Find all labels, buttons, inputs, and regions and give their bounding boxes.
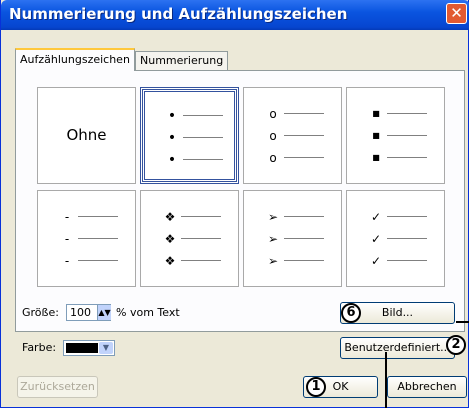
callout-2: 2 xyxy=(446,335,466,355)
color-label: Farbe: xyxy=(22,341,57,354)
color-swatch xyxy=(66,343,98,353)
bullet-style-square[interactable]: ■ ■ ■ xyxy=(346,87,445,184)
dot-bullet-icon: • xyxy=(167,130,177,146)
arrow-bullet-icon: ➢ xyxy=(267,254,279,268)
tab-aufzaehlungszeichen[interactable]: Aufzählungszeichen xyxy=(15,48,135,71)
bullet-style-none[interactable]: Ohne xyxy=(37,87,136,184)
dash-bullet-icon: - xyxy=(64,232,70,246)
tab-nummerierung[interactable]: Nummerierung xyxy=(135,51,229,71)
dash-bullet-icon: - xyxy=(64,210,70,224)
bullet-style-arrow[interactable]: ➢ ➢ ➢ xyxy=(243,190,342,287)
title-bar[interactable]: Nummerierung und Aufzählungszeichen ✕ xyxy=(1,0,469,30)
bullet-style-checkmark[interactable]: ✓ ✓ ✓ xyxy=(346,190,445,287)
tab-panel: Ohne • • • o o o ■ ■ ■ - - - ❖ ❖ ❖ ➢ ➢ ➢… xyxy=(15,70,465,332)
callout-line xyxy=(456,321,469,323)
close-button[interactable]: ✕ xyxy=(446,3,467,24)
bullet-style-circle[interactable]: o o o xyxy=(243,87,342,184)
circle-bullet-icon: o xyxy=(269,151,277,165)
size-spinner-icon[interactable]: ▲▼ xyxy=(97,305,111,320)
bullet-style-dash[interactable]: - - - xyxy=(37,190,136,287)
arrow-bullet-icon: ➢ xyxy=(267,210,279,224)
callout-line xyxy=(385,352,387,408)
square-bullet-icon: ■ xyxy=(372,153,380,162)
dash-bullet-icon: - xyxy=(64,254,70,268)
chevron-down-icon[interactable]: ▼ xyxy=(99,342,113,354)
diamond-cluster-bullet-icon: ❖ xyxy=(164,254,176,268)
none-label: Ohne xyxy=(66,126,107,144)
cancel-button[interactable]: Abbrechen xyxy=(387,376,467,398)
callout-1: 1 xyxy=(306,377,326,397)
bullet-style-dot[interactable]: • • • xyxy=(140,87,239,184)
size-suffix: % vom Text xyxy=(116,306,180,319)
custom-button[interactable]: Benutzerdefiniert... xyxy=(340,337,455,359)
circle-bullet-icon: o xyxy=(269,107,277,121)
dialog-window: Nummerierung und Aufzählungszeichen ✕ Au… xyxy=(0,0,469,408)
circle-bullet-icon: o xyxy=(269,129,277,143)
arrow-bullet-icon: ➢ xyxy=(267,232,279,246)
diamond-cluster-bullet-icon: ❖ xyxy=(164,232,176,246)
dot-bullet-icon: • xyxy=(167,152,177,168)
checkmark-bullet-icon: ✓ xyxy=(370,232,382,246)
size-label: Größe: xyxy=(22,306,59,319)
bullet-style-diamond-cluster[interactable]: ❖ ❖ ❖ xyxy=(140,190,239,287)
callout-6: 6 xyxy=(341,303,361,323)
diamond-cluster-bullet-icon: ❖ xyxy=(164,210,176,224)
checkmark-bullet-icon: ✓ xyxy=(370,254,382,268)
color-picker[interactable]: ▼ xyxy=(63,340,115,356)
dialog-title: Nummerierung und Aufzählungszeichen xyxy=(9,5,348,23)
checkmark-bullet-icon: ✓ xyxy=(370,210,382,224)
square-bullet-icon: ■ xyxy=(372,109,380,118)
dot-bullet-icon: • xyxy=(167,108,177,124)
square-bullet-icon: ■ xyxy=(372,131,380,140)
reset-button[interactable]: Zurücksetzen xyxy=(17,376,98,398)
close-icon: ✕ xyxy=(450,4,463,22)
